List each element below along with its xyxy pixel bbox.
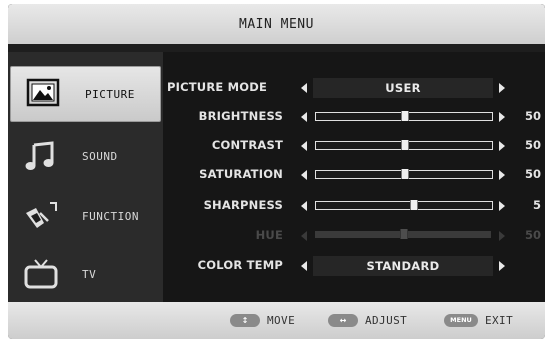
footer-hint-bar: ↕ MOVE ↔ ADJUST MENU EXIT — [8, 302, 545, 339]
exit-hint: MENU EXIT — [444, 314, 513, 327]
adjust-hint-label: ADJUST — [365, 314, 408, 327]
contrast-row[interactable]: CONTRAST 50 — [163, 136, 545, 156]
sidebar: PICTURE SOUND FUNCTION TV — [8, 52, 163, 302]
sidebar-item-picture[interactable]: PICTURE — [10, 66, 161, 122]
arrow-left-icon[interactable] — [301, 112, 307, 122]
exit-hint-label: EXIT — [485, 314, 514, 327]
saturation-label: SATURATION — [199, 167, 283, 181]
contrast-slider[interactable] — [315, 140, 493, 150]
arrow-left-icon[interactable] — [301, 201, 307, 211]
tv-osd-frame: MAIN MENU PICTURE SOUND FUNCTION TV PICT… — [8, 4, 545, 339]
move-key-icon: ↕ — [230, 314, 260, 327]
picture-mode-label: PICTURE MODE — [167, 80, 268, 94]
arrow-right-icon[interactable] — [499, 141, 505, 151]
tv-icon — [24, 259, 58, 289]
hue-slider — [315, 229, 491, 239]
brightness-slider[interactable] — [315, 111, 493, 121]
sidebar-item-function[interactable]: FUNCTION — [8, 188, 163, 244]
menu-title: MAIN MENU — [239, 16, 314, 32]
arrow-left-icon[interactable] — [301, 83, 307, 93]
sidebar-item-tv[interactable]: TV — [8, 246, 163, 302]
slider-thumb[interactable] — [409, 200, 418, 210]
brightness-row[interactable]: BRIGHTNESS 50 — [163, 107, 545, 127]
arrow-left-icon[interactable] — [301, 141, 307, 151]
arrow-right-icon[interactable] — [499, 83, 505, 93]
arrow-left-icon — [301, 231, 307, 241]
sharpness-slider[interactable] — [315, 200, 493, 210]
arrow-right-icon[interactable] — [499, 201, 505, 211]
arrow-right-icon[interactable] — [499, 170, 505, 180]
hue-row: HUE 50 — [163, 226, 545, 246]
menu-key-icon: MENU — [444, 314, 478, 327]
arrow-right-icon[interactable] — [499, 261, 505, 271]
color-temp-row[interactable]: COLOR TEMP STANDARD — [163, 256, 545, 276]
slider-thumb — [400, 229, 408, 239]
color-temp-selector[interactable]: STANDARD — [313, 256, 493, 276]
sidebar-item-label: PICTURE — [85, 87, 135, 101]
brightness-value: 50 — [524, 109, 541, 123]
hue-value: 50 — [524, 228, 541, 242]
sharpness-label: SHARPNESS — [203, 198, 283, 212]
slider-thumb[interactable] — [401, 111, 409, 121]
picture-mode-selector[interactable]: USER — [313, 78, 493, 98]
color-temp-label: COLOR TEMP — [197, 258, 283, 272]
sidebar-item-label: TV — [82, 267, 97, 281]
saturation-row[interactable]: SATURATION 50 — [163, 165, 545, 185]
slider-thumb[interactable] — [401, 169, 409, 179]
brightness-label: BRIGHTNESS — [198, 109, 283, 123]
picture-mode-value: USER — [385, 81, 421, 95]
picture-icon — [26, 78, 60, 107]
arrow-left-icon[interactable] — [301, 261, 307, 271]
sharpness-value: 5 — [532, 198, 541, 212]
adjust-key-icon: ↔ — [328, 314, 358, 327]
settings-panel: PICTURE MODE USER BRIGHTNESS 50 CONTRAST… — [163, 52, 545, 302]
sidebar-item-sound[interactable]: SOUND — [8, 128, 163, 184]
sidebar-item-label: SOUND — [82, 149, 118, 163]
arrow-left-icon[interactable] — [301, 170, 307, 180]
contrast-value: 50 — [524, 138, 541, 152]
music-note-icon — [25, 141, 54, 170]
saturation-value: 50 — [524, 167, 541, 181]
arrow-right-icon — [499, 231, 505, 241]
move-hint-label: MOVE — [267, 314, 296, 327]
slider-thumb[interactable] — [401, 140, 409, 150]
arrow-right-icon[interactable] — [499, 112, 505, 122]
picture-mode-row[interactable]: PICTURE MODE USER — [163, 78, 545, 98]
function-icon — [26, 202, 57, 228]
color-temp-value: STANDARD — [366, 259, 440, 273]
sidebar-item-label: FUNCTION — [82, 209, 139, 223]
contrast-label: CONTRAST — [211, 138, 283, 152]
move-hint: ↕ MOVE — [230, 314, 295, 327]
sharpness-row[interactable]: SHARPNESS 5 — [163, 196, 545, 216]
adjust-hint: ↔ ADJUST — [328, 314, 407, 327]
saturation-slider[interactable] — [315, 169, 493, 179]
hue-label: HUE — [255, 228, 283, 242]
title-bar: MAIN MENU — [8, 4, 545, 44]
